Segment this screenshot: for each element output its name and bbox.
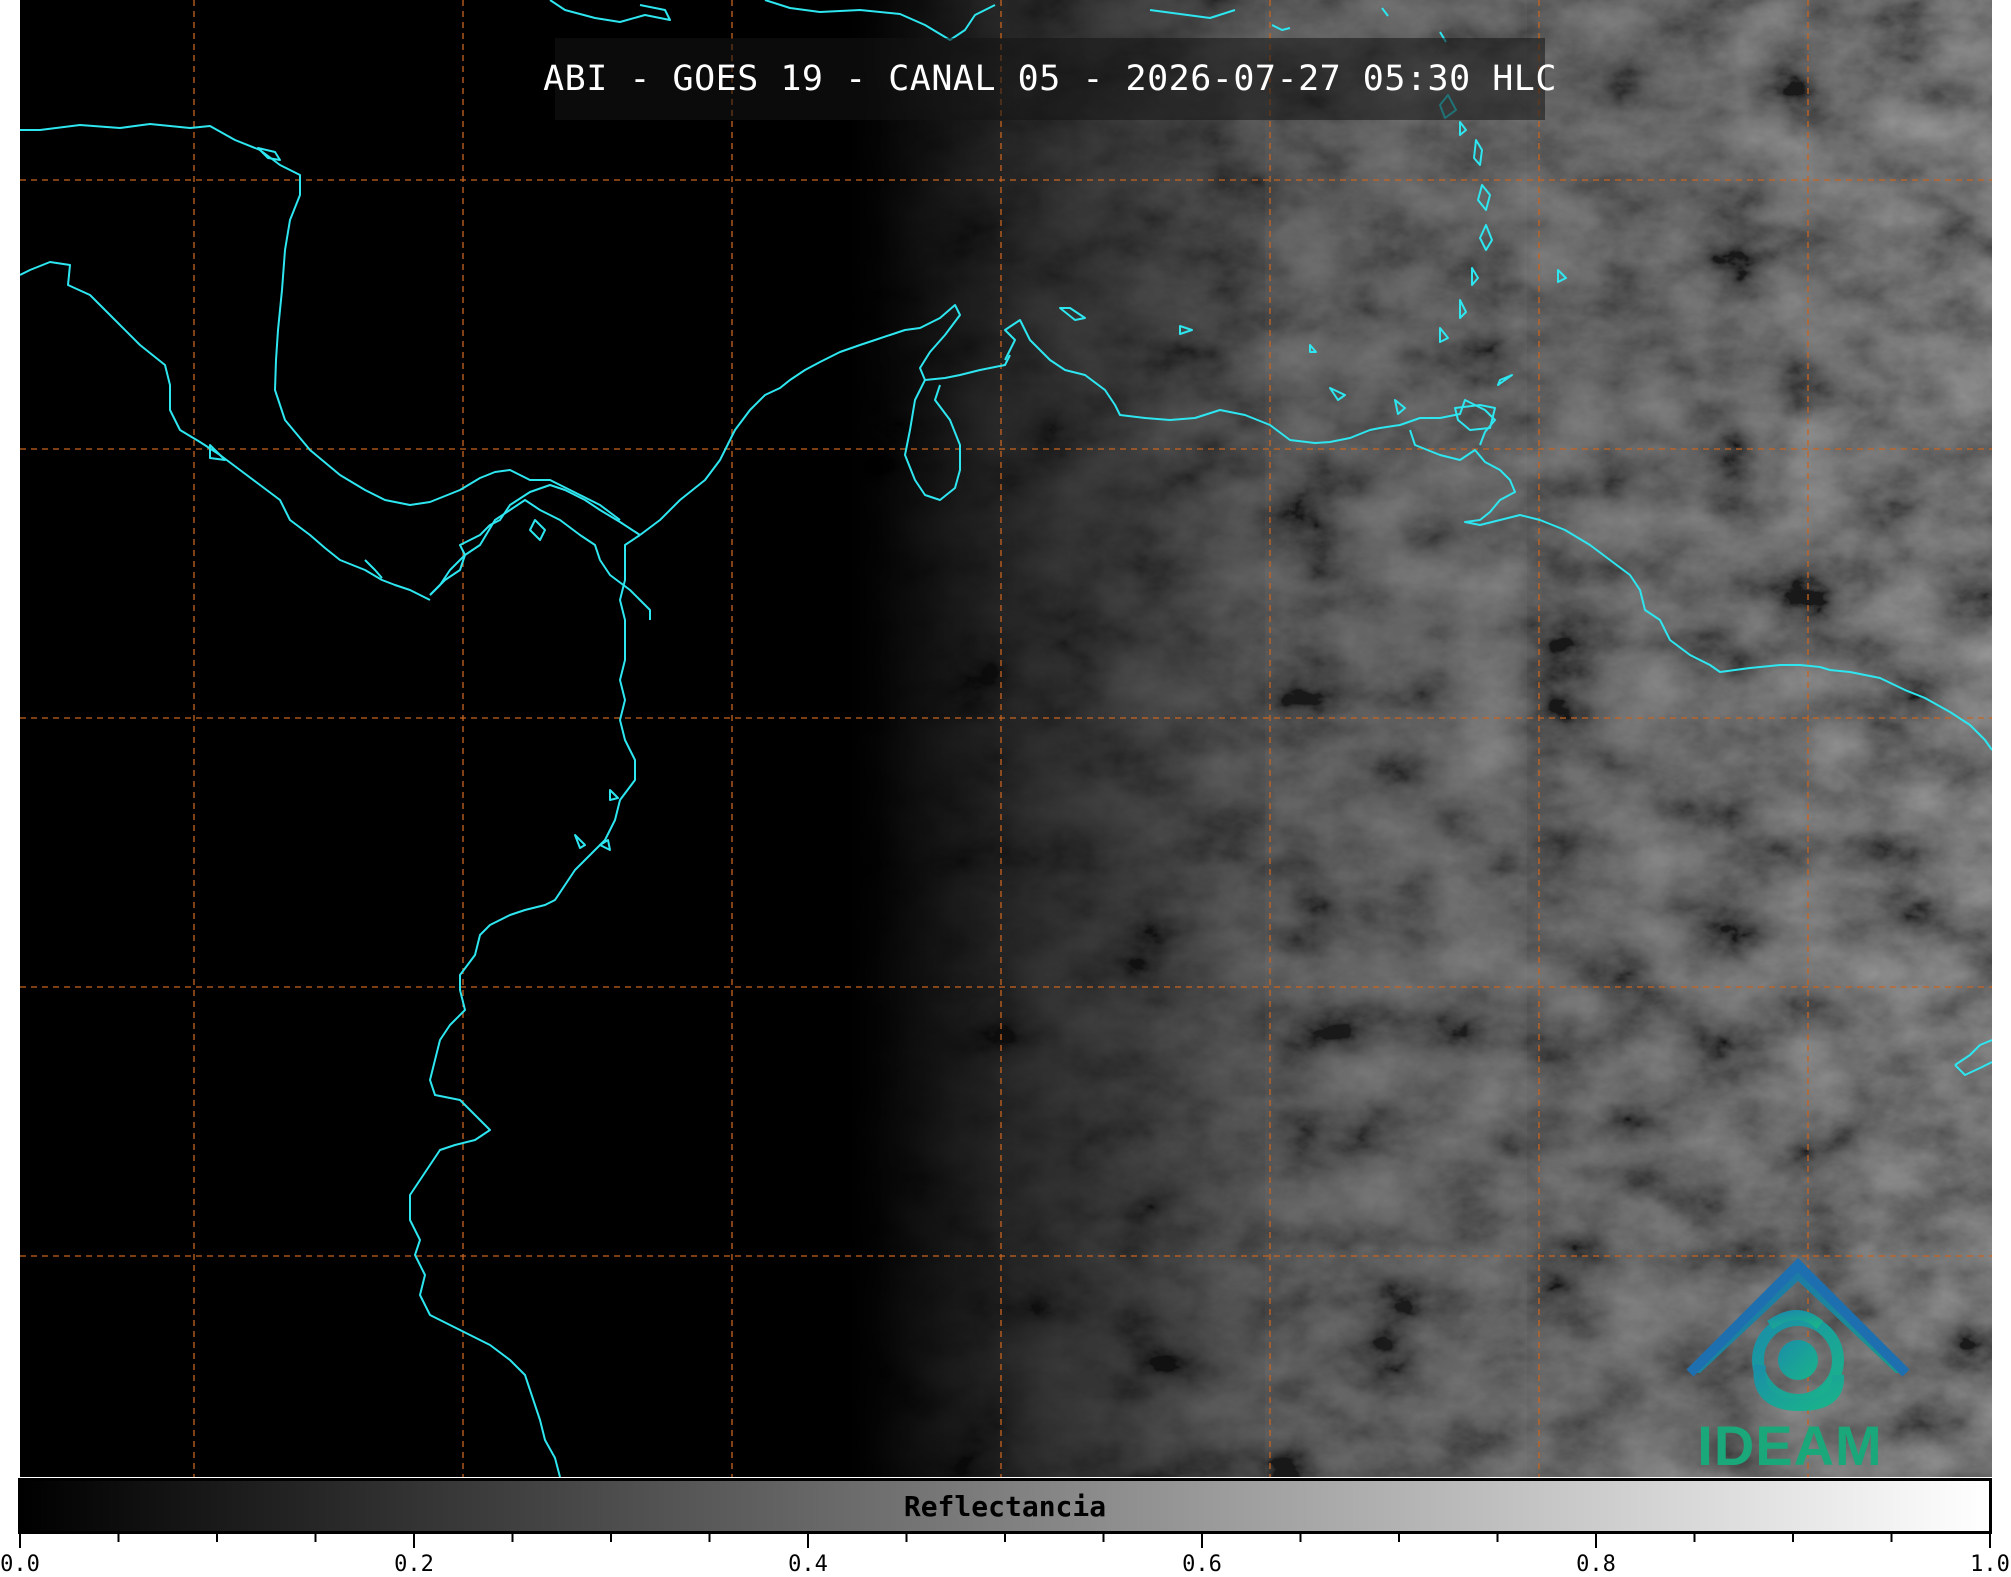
colorbar-tick-label: 0.4 (788, 1552, 828, 1577)
colorbar-tick-label: 0.8 (1576, 1552, 1616, 1577)
colorbar-tick-label: 0.0 (0, 1552, 40, 1577)
map-title: ABI - GOES 19 - CANAL 05 - 2026-07-27 05… (543, 59, 1557, 99)
colorbar-tick-label: 1.0 (1970, 1552, 2010, 1577)
ideam-logo: IDEAM (1670, 1255, 1910, 1477)
logo-swirl-inner (1778, 1340, 1818, 1380)
colorbar: Reflectancia (18, 1478, 1992, 1534)
colorbar-ticks: 0.0 0.2 0.4 0.6 0.8 1.0 (0, 1534, 2011, 1577)
colorbar-tick-marks (19, 1534, 1991, 1548)
colorbar-tick-label: 0.2 (394, 1552, 434, 1577)
logo-text: IDEAM (1697, 1414, 1883, 1477)
title-box: ABI - GOES 19 - CANAL 05 - 2026-07-27 05… (543, 38, 1556, 120)
colorbar-tick-label: 0.6 (1182, 1552, 1222, 1577)
satellite-map: ABI - GOES 19 - CANAL 05 - 2026-07-27 05… (20, 0, 1992, 1477)
colorbar-label: Reflectancia (903, 1489, 1107, 1523)
